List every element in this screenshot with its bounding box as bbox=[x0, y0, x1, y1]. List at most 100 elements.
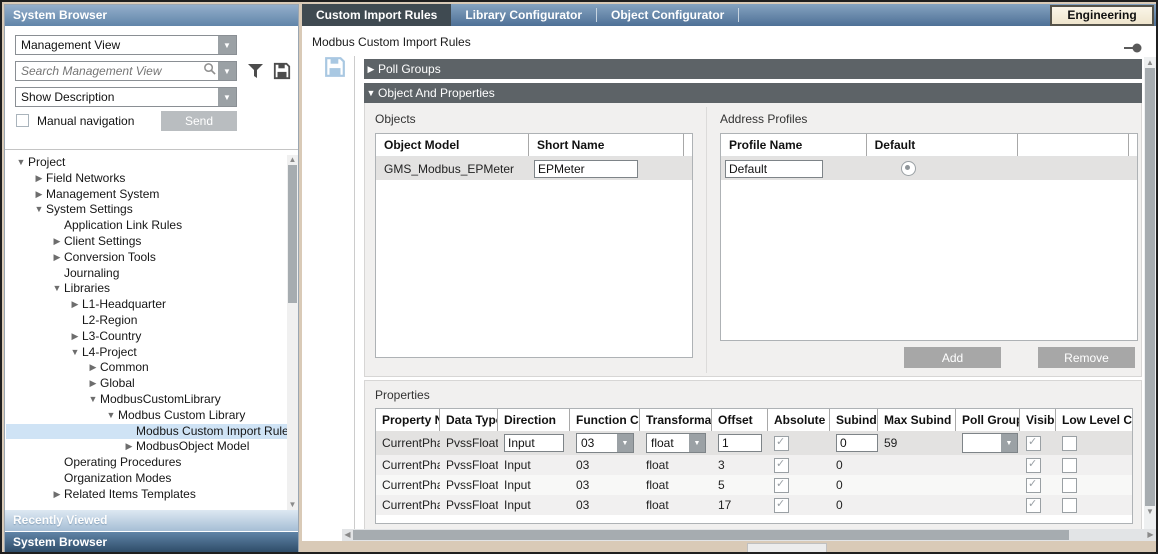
tab-custom-import-rules[interactable]: Custom Import Rules bbox=[302, 4, 451, 26]
chevron-collapsed-icon[interactable] bbox=[364, 59, 378, 79]
low-level-checkbox[interactable] bbox=[1062, 436, 1077, 451]
tree-item[interactable]: Field Networks bbox=[6, 171, 288, 187]
tree-item[interactable]: System Settings bbox=[6, 202, 288, 218]
chevron-collapsed-icon[interactable] bbox=[32, 187, 46, 203]
save-search-icon[interactable] bbox=[273, 62, 291, 85]
short-name-input[interactable] bbox=[534, 160, 638, 178]
absolute-checkbox[interactable] bbox=[774, 458, 789, 473]
tree-item[interactable]: Journaling bbox=[6, 266, 288, 282]
column-header[interactable]: Absolute bbox=[768, 409, 830, 431]
chevron-expanded-icon[interactable] bbox=[14, 155, 28, 171]
search-history-chevron-icon[interactable]: ▼ bbox=[218, 62, 236, 80]
chevron-down-icon[interactable]: ▼ bbox=[617, 434, 633, 452]
tree-item-selected[interactable]: Modbus Custom Import Rules bbox=[6, 424, 288, 440]
chevron-collapsed-icon[interactable] bbox=[68, 329, 82, 345]
tree-item[interactable]: ModbusCustomLibrary bbox=[6, 392, 288, 408]
tree-item[interactable]: Project bbox=[6, 155, 288, 171]
tree-item[interactable]: L4-Project bbox=[6, 345, 288, 361]
column-header[interactable]: Direction bbox=[498, 409, 570, 431]
horizontal-scrollbar[interactable]: ◀ ▶ bbox=[342, 529, 1156, 541]
chevron-down-icon[interactable]: ▼ bbox=[218, 36, 236, 54]
scroll-down-icon[interactable]: ▼ bbox=[1144, 506, 1156, 517]
chevron-expanded-icon[interactable] bbox=[364, 83, 378, 103]
search-icon[interactable] bbox=[200, 62, 218, 80]
chevron-expanded-icon[interactable] bbox=[86, 392, 100, 408]
send-button[interactable]: Send bbox=[161, 111, 237, 131]
absolute-checkbox[interactable] bbox=[774, 436, 789, 451]
scrollbar-thumb[interactable] bbox=[353, 530, 1069, 540]
tree-item[interactable]: Modbus Custom Library bbox=[6, 408, 288, 424]
visible-checkbox[interactable] bbox=[1026, 436, 1041, 451]
pin-icon[interactable] bbox=[1124, 40, 1142, 58]
column-header[interactable]: Object Model bbox=[376, 134, 529, 156]
chevron-collapsed-icon[interactable] bbox=[86, 376, 100, 392]
visible-checkbox[interactable] bbox=[1026, 458, 1041, 473]
splitter-grip[interactable] bbox=[747, 543, 827, 554]
column-header[interactable]: Visibi bbox=[1020, 409, 1056, 431]
column-header[interactable]: Property N bbox=[376, 409, 440, 431]
tree-item[interactable]: Operating Procedures bbox=[6, 455, 288, 471]
tree-item[interactable]: L1-Headquarter bbox=[6, 297, 288, 313]
scrollbar-thumb[interactable] bbox=[288, 165, 297, 303]
remove-button[interactable]: Remove bbox=[1038, 347, 1135, 368]
tab-object-configurator[interactable]: Object Configurator bbox=[597, 4, 738, 26]
function-code-dropdown[interactable]: 03▼ bbox=[576, 433, 634, 453]
column-header[interactable]: Transformat bbox=[640, 409, 712, 431]
column-header[interactable]: Default bbox=[867, 134, 1018, 156]
poll-group-dropdown[interactable]: ▼ bbox=[962, 433, 1018, 453]
low-level-checkbox[interactable] bbox=[1062, 478, 1077, 493]
chevron-down-icon[interactable]: ▼ bbox=[1001, 434, 1017, 452]
chevron-collapsed-icon[interactable] bbox=[50, 234, 64, 250]
tree-item[interactable]: Application Link Rules bbox=[6, 218, 288, 234]
tree-item[interactable]: Related Items Templates bbox=[6, 487, 288, 503]
chevron-collapsed-icon[interactable] bbox=[50, 487, 64, 503]
chevron-collapsed-icon[interactable] bbox=[122, 439, 136, 455]
offset-input[interactable] bbox=[718, 434, 762, 452]
tree-item[interactable]: L3-Country bbox=[6, 329, 288, 345]
chevron-collapsed-icon[interactable] bbox=[86, 360, 100, 376]
subindex-input[interactable] bbox=[836, 434, 878, 452]
tree-item[interactable]: ModbusObject Model bbox=[6, 439, 288, 455]
transformation-dropdown[interactable]: float▼ bbox=[646, 433, 706, 453]
tree-item[interactable]: Management System bbox=[6, 187, 288, 203]
recently-viewed-bar[interactable]: Recently Viewed bbox=[5, 510, 298, 531]
add-button[interactable]: Add bbox=[904, 347, 1001, 368]
tree-item[interactable]: L2-Region bbox=[6, 313, 288, 329]
scroll-left-icon[interactable]: ◀ bbox=[342, 530, 353, 540]
chevron-expanded-icon[interactable] bbox=[104, 408, 118, 424]
visible-checkbox[interactable] bbox=[1026, 498, 1041, 513]
save-icon[interactable] bbox=[324, 56, 346, 83]
tree-item[interactable]: Conversion Tools bbox=[6, 250, 288, 266]
scroll-down-icon[interactable]: ▼ bbox=[287, 500, 298, 510]
direction-input[interactable] bbox=[504, 434, 564, 452]
chevron-expanded-icon[interactable] bbox=[32, 202, 46, 218]
objects-table-row[interactable]: GMS_Modbus_EPMeter bbox=[376, 157, 692, 180]
chevron-expanded-icon[interactable] bbox=[68, 345, 82, 361]
vertical-scrollbar[interactable]: ▲ ▼ bbox=[1144, 57, 1156, 530]
search-input[interactable] bbox=[16, 63, 200, 79]
section-object-and-properties[interactable]: Object And Properties bbox=[364, 83, 1142, 103]
property-row[interactable]: CurrentPha: PvssFloat Input 03 float 3 0 bbox=[376, 455, 1132, 475]
tab-library-configurator[interactable]: Library Configurator bbox=[451, 4, 596, 26]
visible-checkbox[interactable] bbox=[1026, 478, 1041, 493]
column-header[interactable]: Offset bbox=[712, 409, 768, 431]
column-header[interactable]: Function C bbox=[570, 409, 640, 431]
property-row[interactable]: CurrentPha: PvssFloat Input 03 float 5 0 bbox=[376, 475, 1132, 495]
property-row[interactable]: CurrentPha: PvssFloat Input 03 float 17 … bbox=[376, 495, 1132, 515]
section-poll-groups[interactable]: Poll Groups bbox=[364, 59, 1142, 79]
view-selector-dropdown[interactable]: Management View ▼ bbox=[15, 35, 237, 55]
tree-item[interactable]: Global bbox=[6, 376, 288, 392]
scroll-up-icon[interactable]: ▲ bbox=[1144, 57, 1156, 68]
profile-name-input[interactable] bbox=[725, 160, 823, 178]
chevron-collapsed-icon[interactable] bbox=[68, 297, 82, 313]
engineering-mode-button[interactable]: Engineering bbox=[1050, 5, 1154, 26]
default-radio[interactable] bbox=[901, 161, 916, 176]
description-selector-dropdown[interactable]: Show Description ▼ bbox=[15, 87, 237, 107]
chevron-down-icon[interactable]: ▼ bbox=[218, 88, 236, 106]
column-header[interactable]: Max Subind bbox=[878, 409, 956, 431]
scroll-right-icon[interactable]: ▶ bbox=[1145, 530, 1156, 540]
filter-icon[interactable] bbox=[247, 63, 264, 84]
manual-navigation-checkbox[interactable] bbox=[16, 114, 29, 127]
tree-item[interactable]: Organization Modes bbox=[6, 471, 288, 487]
address-profile-row[interactable] bbox=[721, 157, 1137, 180]
